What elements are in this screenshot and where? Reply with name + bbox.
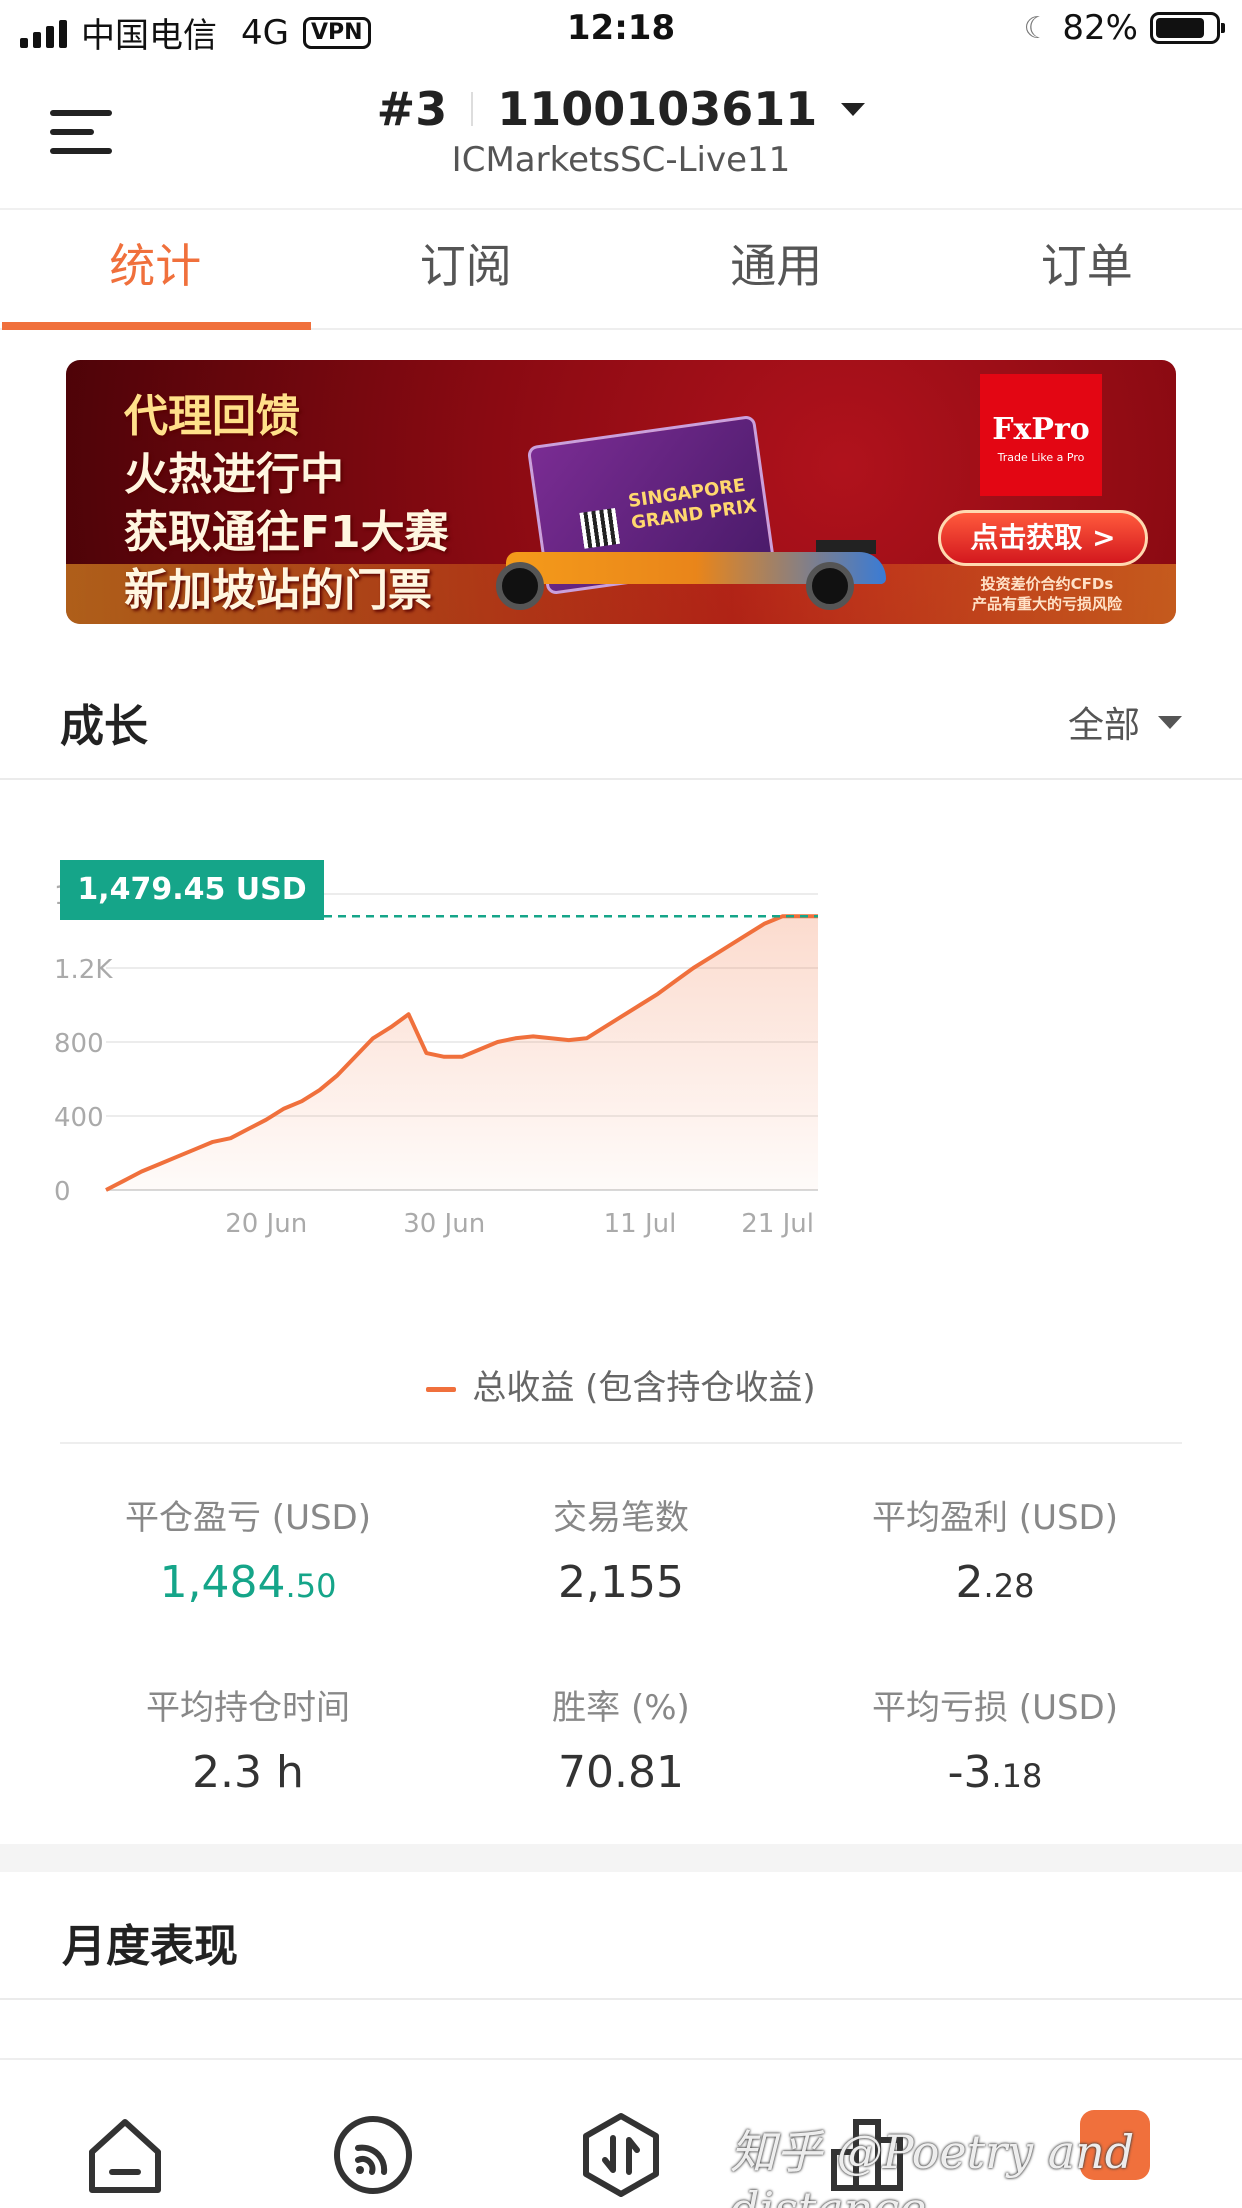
promo-banner[interactable]: 代理回馈 火热进行中 获取通往F1大赛 新加坡站的门票 SINGAPORE GR… <box>66 360 1176 624</box>
x-tick-label: 20 Jun <box>225 1209 307 1239</box>
tab-orders[interactable]: 订单 <box>932 210 1242 328</box>
tab-subscribe[interactable]: 订阅 <box>311 210 622 328</box>
growth-chart: 04008001.2K1.6K20 Jun30 Jun11 Jul21 Jul … <box>0 780 1242 1440</box>
chevron-down-icon <box>841 102 866 116</box>
race-car-image <box>486 540 906 610</box>
watermark-text: 知乎 @Poetry and distance <box>730 2125 1135 2208</box>
fxpro-logo: FxPro Trade Like a Pro <box>980 374 1102 496</box>
stat-closed-pnl: 平仓盈亏 (USD) 1,484.50 <box>125 1498 371 1608</box>
tab-bar: 统计 订阅 通用 订单 <box>0 208 1242 330</box>
chevron-down-icon <box>1158 715 1182 729</box>
account-selector[interactable]: #3 1100103611 ICMarketsSC-Live11 <box>0 82 1242 180</box>
trade-icon[interactable] <box>576 2110 666 2200</box>
x-tick-label: 11 Jul <box>604 1209 677 1239</box>
app-header: #3 1100103611 ICMarketsSC-Live11 <box>0 62 1242 208</box>
current-value-tag: 1,479.45 USD <box>60 860 324 920</box>
y-tick-label: 1.2K <box>54 955 113 985</box>
section-title: 成长 <box>60 701 148 752</box>
stat-avg-profit: 平均盈利 (USD) 2.28 <box>872 1498 1118 1608</box>
x-tick-label: 21 Jul <box>741 1209 814 1239</box>
moon-icon: ☾ <box>1023 10 1051 46</box>
bottom-nav: 知乎 @Poetry and distance <box>0 2058 1242 2208</box>
banner-headline: 代理回馈 火热进行中 获取通往F1大赛 新加坡站的门票 <box>124 391 449 616</box>
stat-avg-loss: 平均亏损 (USD) -3.18 <box>872 1688 1118 1798</box>
period-filter[interactable]: 全部 <box>1068 696 1182 748</box>
section-title: 月度表现 <box>62 1921 238 1972</box>
status-bar: 中国电信 4G VPN 12:18 ☾ 82% <box>0 0 1242 62</box>
account-index: #3 <box>376 82 448 136</box>
growth-header: 成长 全部 <box>0 660 1242 780</box>
y-tick-label: 800 <box>54 1029 104 1059</box>
monthly-performance-header: 月度表现 <box>0 1872 1242 2000</box>
signal-feed-icon[interactable] <box>328 2110 418 2200</box>
x-tick-label: 30 Jun <box>403 1209 485 1239</box>
stat-avg-holding-time: 平均持仓时间 2.3 h <box>146 1688 350 1798</box>
battery-icon <box>1150 12 1225 44</box>
stat-win-rate: 胜率 (%) 70.81 <box>552 1688 690 1798</box>
server-name: ICMarketsSC-Live11 <box>451 140 791 180</box>
account-number: 1100103611 <box>497 82 818 136</box>
stat-trade-count: 交易笔数 2,155 <box>553 1498 689 1608</box>
chart-legend[interactable]: 总收益 (包含持仓收益) <box>0 1360 1242 1409</box>
home-icon[interactable] <box>80 2110 170 2200</box>
y-tick-label: 400 <box>54 1103 104 1133</box>
legend-swatch <box>426 1387 457 1392</box>
banner-cta-button[interactable]: 点击获取 > <box>938 510 1148 566</box>
tab-statistics[interactable]: 统计 <box>0 210 311 330</box>
risk-disclaimer: 投资差价合约CFDs 产品有重大的亏损风险 <box>971 575 1122 613</box>
tab-general[interactable]: 通用 <box>621 210 932 328</box>
y-tick-label: 0 <box>54 1177 71 1207</box>
battery-percent: 82% <box>1062 8 1138 48</box>
legend-label: 总收益 (包含持仓收益) <box>472 1368 816 1408</box>
